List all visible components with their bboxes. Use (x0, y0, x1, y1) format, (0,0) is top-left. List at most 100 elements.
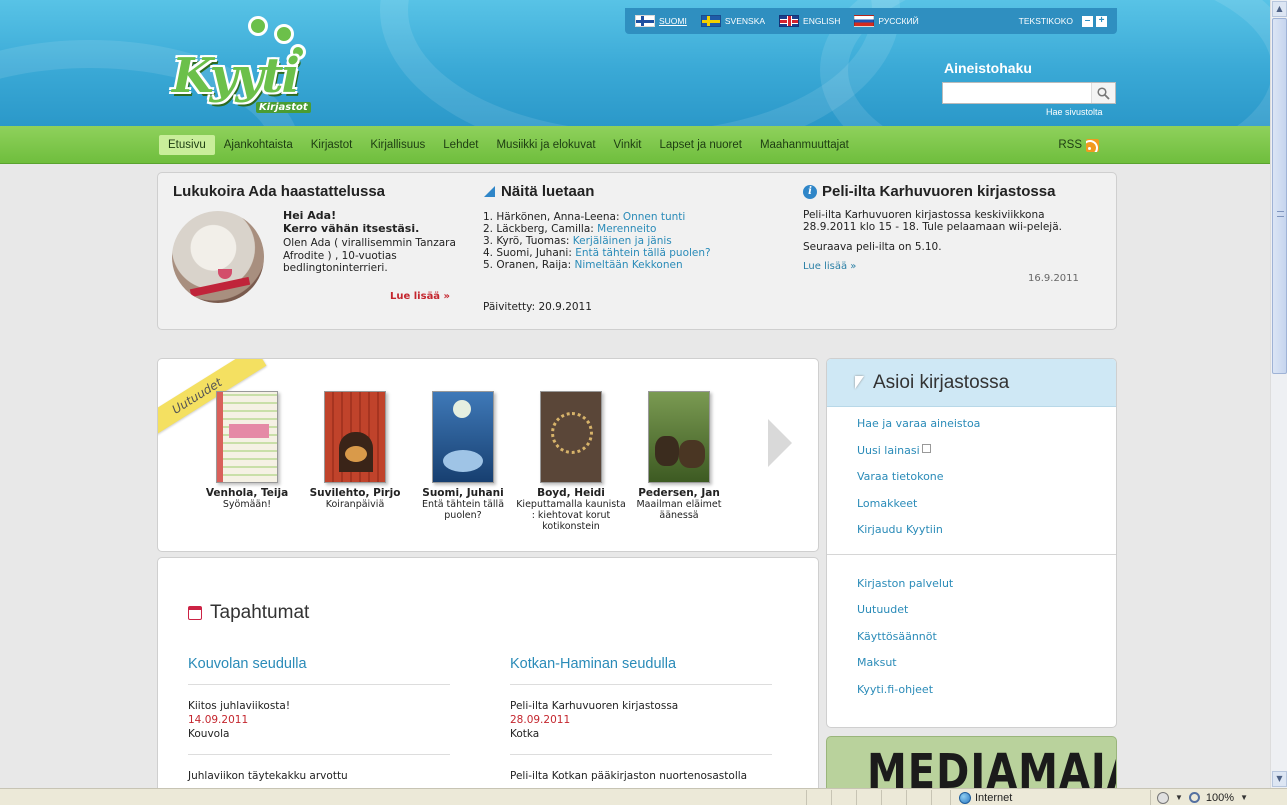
service-link[interactable]: Lomakkeet (857, 497, 1116, 524)
zoom-level[interactable]: 100% (1206, 792, 1234, 804)
nav-item-kirjastot[interactable]: Kirjastot (302, 135, 362, 155)
event-title: Peli-ilta Kotkan pääkirjaston nuortenosa… (510, 770, 748, 782)
nav-item-ajankohtaista[interactable]: Ajankohtaista (215, 135, 302, 155)
nav-item-etusivu[interactable]: Etusivu (159, 135, 215, 155)
kyyti-logo[interactable]: Kyyti Kirjastot (170, 12, 330, 122)
book-author: Boyd, Heidi (537, 487, 605, 499)
text-size-label: TEKSTIKOKO (1018, 16, 1073, 26)
service-link[interactable]: Hae ja varaa aineistoa (857, 417, 1116, 444)
lang-english[interactable]: ENGLISH (779, 15, 840, 27)
event-item[interactable]: Peli-ilta Kotkan pääkirjaston nuortenosa… (510, 755, 772, 788)
scroll-down-icon[interactable]: ▼ (1272, 771, 1287, 787)
event-date: 28.09.2011 (510, 714, 571, 726)
book-cover (216, 391, 278, 483)
lang-label: SUOMI (659, 16, 687, 26)
book-item[interactable]: Pedersen, Jan Maailman eläimet äänessä (624, 391, 734, 521)
events-column-heading[interactable]: Kotkan-Haminan seudulla (510, 656, 772, 685)
rss-link[interactable]: RSS (1058, 138, 1099, 152)
book-item[interactable]: Suvilehto, Pirjo Koiranpäiviä (300, 391, 410, 510)
arrow-icon (483, 185, 496, 198)
list-author: 2. Läckberg, Camilla: (483, 223, 598, 235)
rss-label: RSS (1058, 139, 1082, 151)
mediamaja-banner[interactable]: MEDIAMAJA (826, 736, 1117, 788)
event-item[interactable]: Kiitos juhlaviikosta! 14.09.2011 Kouvola (188, 685, 450, 755)
service-link[interactable]: Kirjaudu Kyytiin (857, 523, 1116, 550)
read-title: Näitä luetaan (501, 183, 595, 200)
events-title: Tapahtumat (210, 602, 310, 623)
status-cell (831, 790, 856, 805)
language-bar: SUOMI SVENSKA ENGLISH РУССКИЙ TEKSTIKOKO… (625, 8, 1117, 34)
security-zone[interactable]: Internet (950, 790, 1150, 805)
site-search-link[interactable]: Hae sivustolta (1046, 107, 1103, 117)
nav-item-kirjallisuus[interactable]: Kirjallisuus (361, 135, 434, 155)
book-title: Koiranpäiviä (325, 499, 385, 510)
services-links: Hae ja varaa aineistoa Uusi lainasi Vara… (827, 407, 1116, 550)
nav-item-lehdet[interactable]: Lehdet (434, 135, 487, 155)
event-item[interactable]: Juhlaviikon täytekakku arvottu (188, 755, 450, 788)
info-link[interactable]: Uutuudet (857, 603, 1116, 630)
status-cell (856, 790, 881, 805)
peli-title[interactable]: Peli-ilta Karhuvuoren kirjastossa (822, 183, 1055, 200)
info-link[interactable]: Kyyti.fi-ohjeet (857, 683, 1116, 710)
info-link[interactable]: Maksut (857, 656, 1116, 683)
book-item[interactable]: Suomi, Juhani Entä tähtein tällä puolen? (408, 391, 518, 521)
nav-item-lapset[interactable]: Lapset ja nuoret (650, 135, 750, 155)
search-button[interactable] (1091, 83, 1115, 103)
magnifier-icon (1097, 86, 1110, 100)
events-column-heading[interactable]: Kouvolan seudulla (188, 656, 450, 685)
featured-panel: Lukukoira Ada haastattelussa Hei Ada! Ke… (157, 172, 1117, 330)
ada-title[interactable]: Lukukoira Ada haastattelussa (173, 183, 385, 200)
book-link[interactable]: Entä tähtein tällä puolen? (575, 247, 710, 259)
list-item: 3. Kyrö, Tuomas: Kerjäläinen ja jänis (483, 235, 711, 247)
list-author: 3. Kyrö, Tuomas: (483, 235, 573, 247)
list-item: 1. Härkönen, Anna-Leena: Onnen tunti (483, 211, 711, 223)
service-link-renew[interactable]: Uusi lainasi (857, 443, 1116, 471)
carousel-next-icon[interactable] (760, 415, 800, 471)
list-item: 2. Läckberg, Camilla: Merenneito (483, 223, 711, 235)
book-author: Pedersen, Jan (638, 487, 720, 499)
info-link[interactable]: Kirjaston palvelut (857, 577, 1116, 604)
info-icon: i (803, 184, 817, 199)
ada-question-2: Kerro vähän itsestäsi. (283, 222, 420, 235)
ada-read-more-link[interactable]: Lue lisää » (390, 291, 450, 302)
service-link[interactable]: Varaa tietokone (857, 470, 1116, 497)
event-item[interactable]: Peli-ilta Karhuvuoren kirjastossa 28.09.… (510, 685, 772, 755)
book-link[interactable]: Nimeltään Kekkonen (574, 259, 682, 271)
dog-collar (189, 276, 251, 298)
logo-subtitle: Kirjastot (256, 102, 311, 113)
nav-item-maahanmuuttajat[interactable]: Maahanmuuttajat (751, 135, 858, 155)
peli-date: 16.9.2011 (1028, 273, 1079, 284)
book-cover (324, 391, 386, 483)
lang-svenska[interactable]: SVENSKA (700, 15, 765, 27)
events-column-kotka: Kotkan-Haminan seudulla Peli-ilta Karhuv… (510, 656, 772, 788)
book-title: Maailman eläimet äänessä (636, 499, 722, 521)
book-item[interactable]: Boyd, Heidi Kieputtamalla kaunista : kie… (516, 391, 626, 532)
vertical-scrollbar[interactable]: ▲ ▼ (1270, 0, 1287, 788)
book-item[interactable]: Venhola, Teija Syömään! (192, 391, 302, 510)
nav-item-vinkit[interactable]: Vinkit (605, 135, 651, 155)
book-link[interactable]: Merenneito (597, 223, 656, 235)
protected-mode-icon[interactable] (1157, 791, 1169, 804)
text-size-decrease-button[interactable]: – (1082, 15, 1093, 27)
chevron-down-icon[interactable]: ▼ (1240, 793, 1248, 802)
search-input[interactable] (943, 83, 1091, 103)
book-link[interactable]: Onnen tunti (623, 211, 686, 223)
scroll-thumb[interactable] (1272, 18, 1287, 374)
text-size-increase-button[interactable]: + (1096, 15, 1107, 27)
services-title: Asioi kirjastossa (873, 371, 1010, 393)
scroll-up-icon[interactable]: ▲ (1272, 1, 1287, 17)
info-link[interactable]: Käyttösäännöt (857, 630, 1116, 657)
book-title: Kieputtamalla kaunista : kiehtovat korut… (516, 499, 626, 532)
read-column: Näitä luetaan (483, 183, 594, 200)
nav-item-musiikki[interactable]: Musiikki ja elokuvat (487, 135, 604, 155)
book-cover (648, 391, 710, 483)
ada-answer: Olen Ada ( virallisemmin Tanzara Afrodit… (283, 237, 456, 274)
book-link[interactable]: Kerjäläinen ja jänis (573, 235, 672, 247)
status-cell (806, 790, 831, 805)
dog-photo[interactable] (172, 211, 264, 303)
lang-suomi[interactable]: SUOMI (635, 15, 687, 27)
peli-read-more-link[interactable]: Lue lisää » (803, 261, 856, 272)
zoom-icon[interactable] (1188, 792, 1200, 803)
chevron-down-icon[interactable]: ▼ (1175, 793, 1183, 802)
lang-russian[interactable]: РУССКИЙ (854, 15, 919, 27)
